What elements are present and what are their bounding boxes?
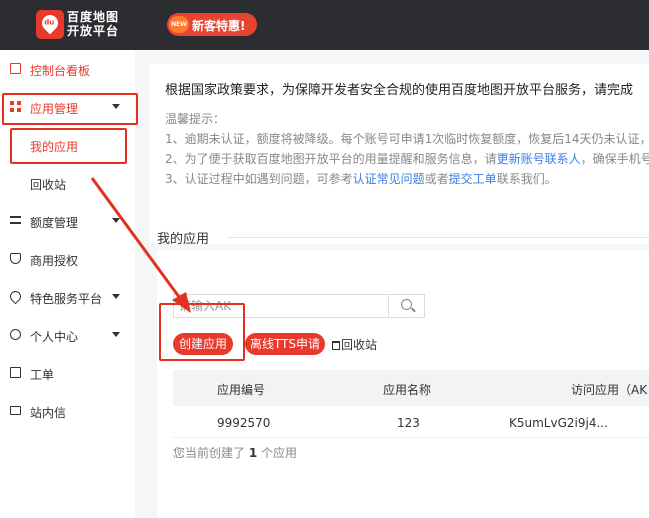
sidebar-item-label: 控制台看板 <box>30 64 91 78</box>
offline-tts-button[interactable]: 离线TTS申请 <box>245 333 325 355</box>
promo-banner[interactable]: NEW 新客特惠! <box>167 13 257 36</box>
search-button[interactable] <box>388 295 424 317</box>
tip-3: 3、认证过程中如遇到问题，可参考认证常见问题或者提交工单联系我们。 <box>165 170 557 187</box>
dashboard-icon <box>10 63 21 74</box>
baidu-map-logo-icon[interactable]: du <box>36 10 64 39</box>
cell-app-id: 9992570 <box>217 416 271 430</box>
caret-down-icon <box>112 218 120 223</box>
notice-main-text: 根据国家政策要求，为保障开发者安全合规的使用百度地图开放平台服务，请完成 <box>165 83 634 98</box>
sidebar-item-label: 工单 <box>30 368 55 382</box>
summary-text-end: 个应用 <box>261 446 298 460</box>
sidebar-item-label: 回收站 <box>30 178 67 192</box>
sidebar-item-label: 特色服务平台 <box>30 292 103 306</box>
recycle-bin-label: 回收站 <box>341 338 378 352</box>
highlight-my-apps <box>10 128 127 164</box>
mail-icon <box>10 406 21 415</box>
trash-icon <box>332 341 340 350</box>
sidebar-item-quota[interactable]: 额度管理 <box>0 206 135 236</box>
sidebar-item-commercial-license[interactable]: 商用授权 <box>0 244 135 274</box>
highlight-create-app <box>159 303 245 361</box>
quota-slider-icon <box>10 216 21 224</box>
sidebar-item-label: 个人中心 <box>30 330 79 344</box>
caret-down-icon <box>112 332 120 337</box>
app-count: 1 <box>248 446 258 460</box>
tip-3-text-mid: 或者 <box>424 172 449 186</box>
recycle-bin-link[interactable]: 回收站 <box>332 336 377 353</box>
section-divider <box>227 237 649 238</box>
summary-text: 您当前创建了 <box>173 446 246 460</box>
tips-title: 温馨提示： <box>165 112 226 126</box>
sidebar-item-label: 站内信 <box>30 406 67 420</box>
logo-line-2: 开放平台 <box>67 24 120 38</box>
logo-line-1: 百度地图 <box>67 10 120 24</box>
table-row[interactable]: 9992570 123 K5umLvG2i9j4... <box>173 406 649 438</box>
sidebar-item-tickets[interactable]: 工单 <box>0 358 135 388</box>
user-icon <box>10 329 21 340</box>
sidebar-item-dashboard[interactable]: 控制台看板 <box>0 54 135 84</box>
new-badge: NEW <box>169 16 189 33</box>
cell-app-name: 123 <box>397 416 420 430</box>
tip-2-text: 2、为了便于获取百度地图开放平台的用量提醒和服务信息，请 <box>165 152 497 166</box>
cell-ak[interactable]: K5umLvG2i9j4... <box>509 416 608 430</box>
sidebar-item-personal-center[interactable]: 个人中心 <box>0 320 135 350</box>
ticket-icon <box>10 367 21 378</box>
apps-panel: 创建应用 离线TTS申请 回收站 应用编号 应用名称 访问应用（AK 99925… <box>157 250 649 518</box>
column-header-ak: 访问应用（AK <box>571 383 648 397</box>
search-icon-handle <box>411 307 416 313</box>
shield-icon <box>10 253 21 264</box>
highlight-app-management <box>2 93 138 125</box>
column-header-app-name: 应用名称 <box>383 383 432 397</box>
tip-2-text-end: ，确保手机号 <box>580 152 649 166</box>
tip-1: 1、逾期未认证，额度将被降级。每个账号可申请1次临时恢复额度，恢复后14天仍未认… <box>165 132 649 146</box>
update-contact-link[interactable]: 更新账号联系人 <box>497 152 581 166</box>
sidebar-item-messages[interactable]: 站内信 <box>0 396 135 426</box>
main-area: 根据国家政策要求，为保障开发者安全合规的使用百度地图开放平台服务，请完成 温馨提… <box>135 50 649 518</box>
tip-3-text-end: 联系我们。 <box>496 172 557 186</box>
compliance-notice: 根据国家政策要求，为保障开发者安全合规的使用百度地图开放平台服务，请完成 温馨提… <box>150 64 649 244</box>
sidebar-item-label: 额度管理 <box>30 216 79 230</box>
sidebar-item-label: 商用授权 <box>30 254 79 268</box>
logo-text[interactable]: 百度地图 开放平台 <box>67 10 119 38</box>
tip-2: 2、为了便于获取百度地图开放平台的用量提醒和服务信息，请更新账号联系人，确保手机… <box>165 150 649 167</box>
tip-3-text: 3、认证过程中如遇到问题，可参考 <box>165 172 353 186</box>
promo-text: 新客特惠! <box>192 19 246 33</box>
faq-link[interactable]: 认证常见问题 <box>353 172 425 186</box>
table-header: 应用编号 应用名称 访问应用（AK <box>173 370 649 406</box>
heart-icon <box>7 288 24 305</box>
sidebar-item-featured-services[interactable]: 特色服务平台 <box>0 282 135 312</box>
sidebar-item-recycle-bin[interactable]: 回收站 <box>0 168 135 198</box>
app-count-summary: 您当前创建了 1 个应用 <box>173 444 297 461</box>
submit-ticket-link[interactable]: 提交工单 <box>449 172 497 186</box>
section-title: 我的应用 <box>157 232 210 247</box>
column-header-app-id: 应用编号 <box>217 383 266 397</box>
top-bar: du 百度地图 开放平台 NEW 新客特惠! <box>0 0 649 50</box>
logo-badge-text: du <box>44 18 55 27</box>
caret-down-icon <box>112 294 120 299</box>
